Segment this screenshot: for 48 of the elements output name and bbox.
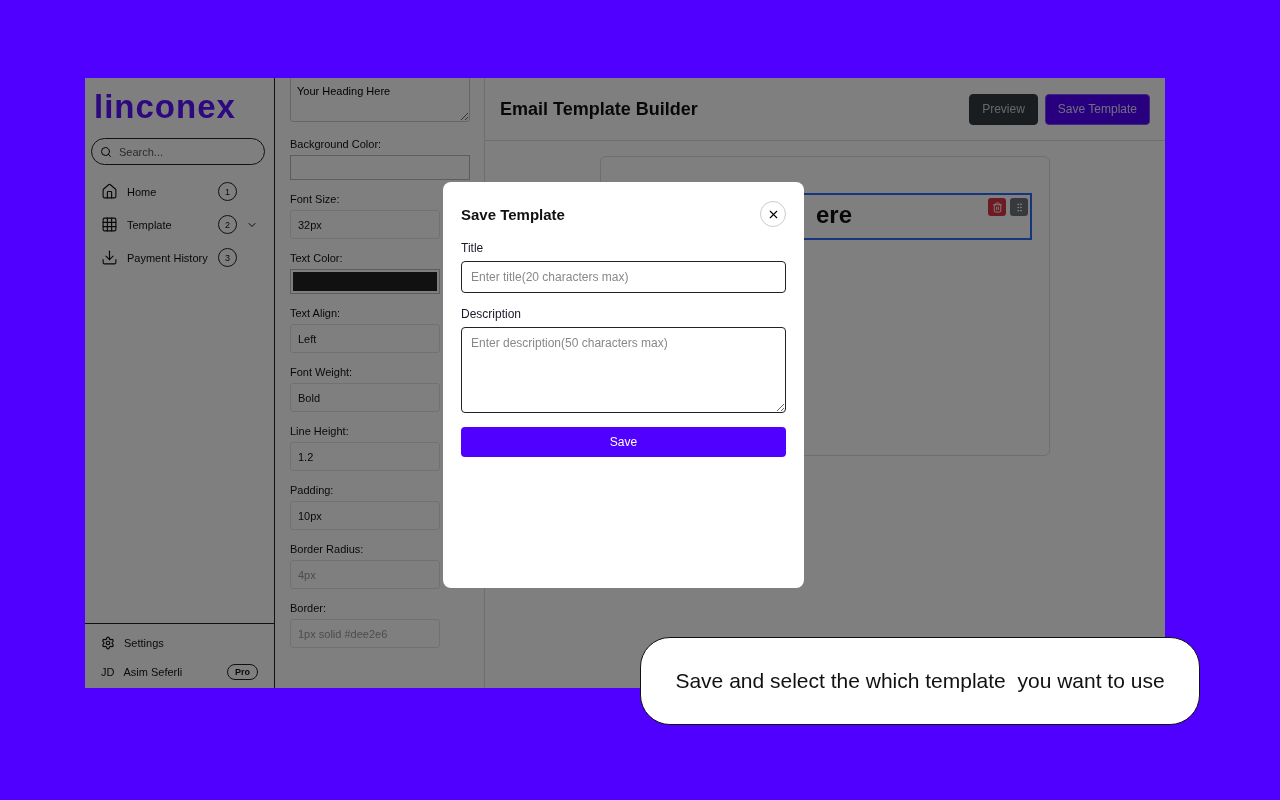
delete-button[interactable] xyxy=(988,198,1006,216)
nav-label: Template xyxy=(127,218,173,231)
user-name: Asim Seferli xyxy=(123,666,183,678)
trash-icon xyxy=(991,201,1003,213)
nav-item[interactable]: Payment History 3 xyxy=(101,245,258,270)
color-field[interactable] xyxy=(290,155,470,180)
page-title: Email Template Builder xyxy=(500,98,699,120)
color-field[interactable] xyxy=(290,269,440,294)
property-field[interactable]: Bold xyxy=(290,383,440,412)
settings-label: Settings xyxy=(124,637,164,649)
field-label: Border Radius: xyxy=(290,543,365,555)
close-button[interactable] xyxy=(760,201,786,227)
field-label: Line Height: xyxy=(290,425,350,437)
user-initials: JD xyxy=(101,666,115,678)
search-icon xyxy=(100,146,112,158)
field-label: Font Size: xyxy=(290,193,341,205)
caption-text: Save and select the which template you want to use xyxy=(675,669,1165,693)
field-label: Description xyxy=(461,307,523,321)
dialog-title: Save Template xyxy=(461,205,565,223)
field-label: Title xyxy=(461,241,485,255)
title-field[interactable]: Enter title(20 characters max) xyxy=(461,261,786,293)
drag-handle[interactable] xyxy=(1010,198,1028,216)
field-label: Font Weight: xyxy=(290,366,354,378)
logo: linconex xyxy=(93,87,237,127)
nav-item[interactable]: Template 2 xyxy=(101,212,258,237)
field-label: Border: xyxy=(290,602,328,614)
description-field[interactable]: Enter description(50 characters max) xyxy=(461,327,786,413)
save-template-button[interactable]: Save Template xyxy=(1044,93,1150,125)
grid-icon xyxy=(101,216,118,233)
property-field[interactable]: Left xyxy=(290,324,440,353)
field-label: Padding: xyxy=(290,484,335,496)
save-button[interactable]: Save xyxy=(461,427,786,457)
heading-text-field[interactable]: Your Heading Here xyxy=(290,78,470,122)
nav-label: Home xyxy=(127,185,158,198)
preview-button[interactable]: Preview xyxy=(969,93,1038,125)
field-label: Background Color: xyxy=(290,138,383,150)
field-label: Text Color: xyxy=(290,252,344,264)
nav-label: Payment History xyxy=(127,251,209,264)
property-field[interactable]: 10px xyxy=(290,501,440,530)
settings-icon xyxy=(101,636,115,650)
nav-item[interactable]: Home 1 xyxy=(101,179,258,204)
property-field[interactable]: 1.2 xyxy=(290,442,440,471)
download-icon xyxy=(101,249,118,266)
home-icon xyxy=(101,183,118,200)
settings-item[interactable]: Settings xyxy=(101,636,258,650)
property-field[interactable]: 32px xyxy=(290,210,440,239)
heading-text: ere xyxy=(816,201,853,228)
search-field[interactable]: Search... xyxy=(91,138,265,165)
